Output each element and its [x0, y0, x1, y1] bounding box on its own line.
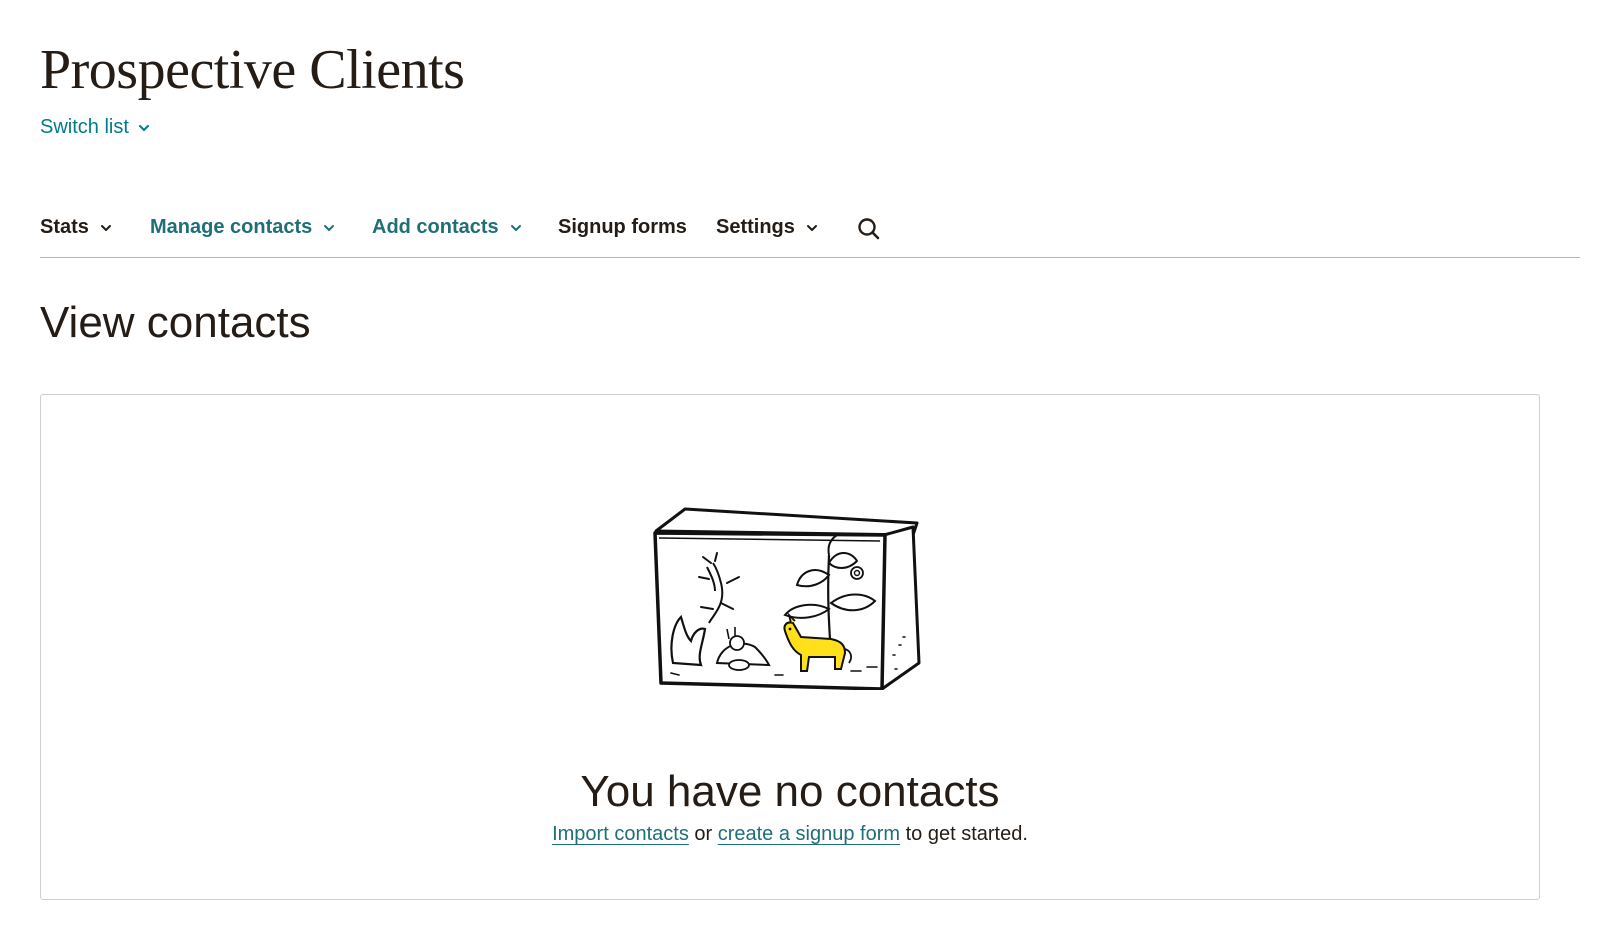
nav-settings-label: Settings: [716, 216, 795, 238]
import-contacts-link[interactable]: Import contacts: [552, 823, 689, 845]
chevron-down-icon: [99, 221, 113, 235]
nav-signup-forms[interactable]: Signup forms: [558, 216, 687, 239]
chevron-down-icon: [805, 221, 819, 235]
nav-manage-contacts[interactable]: Manage contacts: [150, 216, 336, 239]
empty-state-subtext: Import contacts or create a signup form …: [41, 823, 1539, 846]
create-signup-form-link[interactable]: create a signup form: [718, 823, 900, 845]
chevron-down-icon: [322, 221, 336, 235]
page: Prospective Clients Switch list Stats Ma…: [0, 0, 1600, 930]
chevron-down-icon: [137, 121, 151, 135]
nav-stats[interactable]: Stats: [40, 216, 113, 239]
nav-add-contacts-label: Add contacts: [372, 216, 499, 238]
nav-stats-label: Stats: [40, 216, 89, 238]
nav-manage-contacts-label: Manage contacts: [150, 216, 313, 238]
aquarium-illustration: [651, 505, 931, 691]
switch-list-dropdown[interactable]: Switch list: [40, 116, 151, 139]
connector-text: or: [688, 823, 718, 845]
list-title: Prospective Clients: [40, 39, 465, 101]
search-icon[interactable]: [856, 216, 882, 242]
nav-settings[interactable]: Settings: [716, 216, 819, 239]
switch-list-label: Switch list: [40, 116, 129, 138]
section-title: View contacts: [40, 298, 311, 347]
list-nav-bar: Stats Manage contacts Add contacts Signu…: [40, 212, 1580, 258]
nav-signup-forms-label: Signup forms: [558, 216, 687, 238]
empty-state-card: You have no contacts Import contacts or …: [40, 394, 1540, 900]
chevron-down-icon: [509, 221, 523, 235]
nav-add-contacts[interactable]: Add contacts: [372, 216, 523, 239]
empty-state-heading: You have no contacts: [580, 767, 1000, 816]
suffix-text: to get started.: [900, 823, 1028, 845]
